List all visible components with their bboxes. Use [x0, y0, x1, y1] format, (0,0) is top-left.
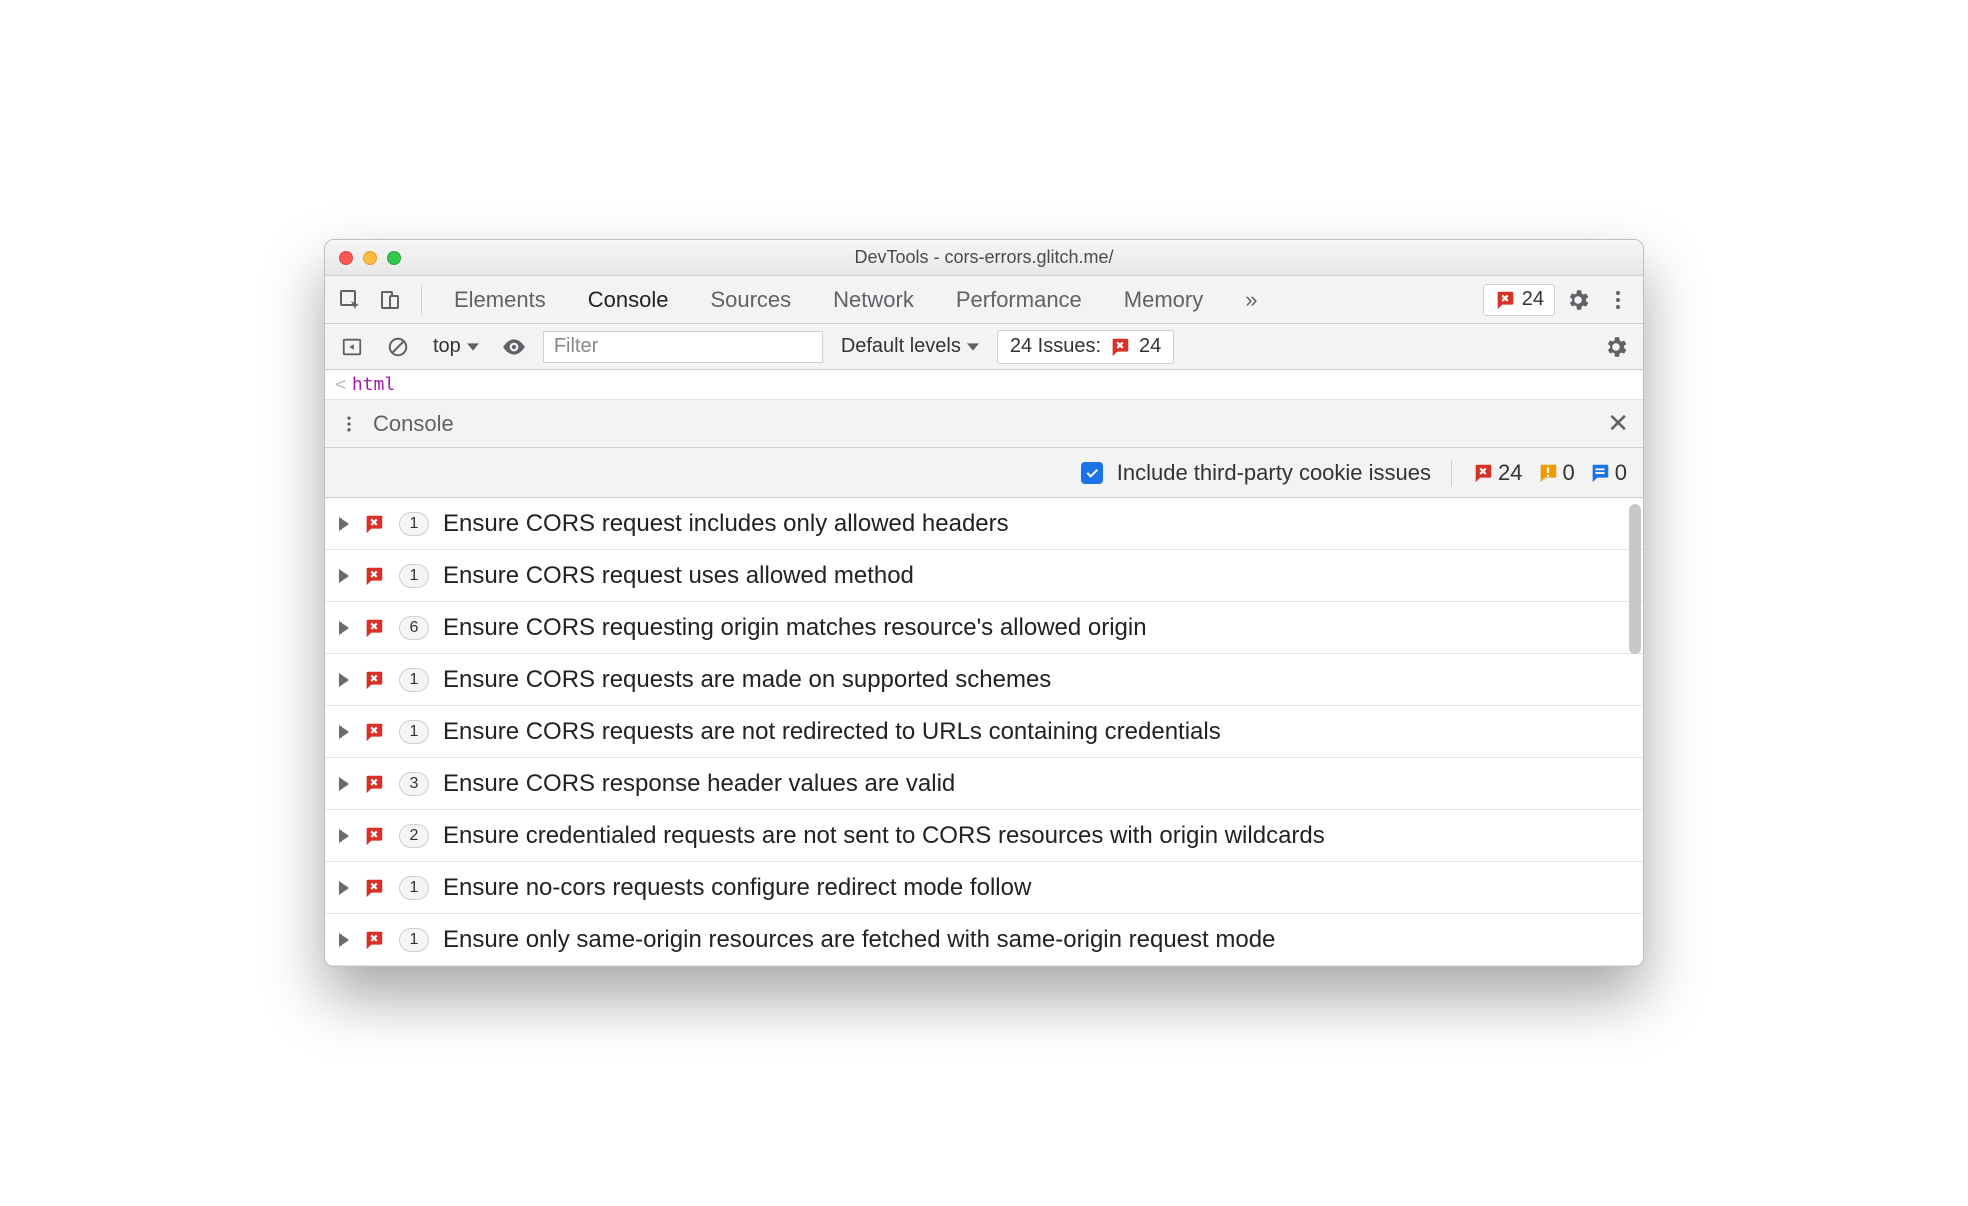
issue-title: Ensure only same-origin resources are fe… [443, 926, 1275, 954]
issue-row[interactable]: 1 Ensure CORS requests are not redirected… [325, 706, 1643, 758]
include-cookies-checkbox[interactable] [1081, 462, 1103, 484]
expand-arrow-icon[interactable] [339, 621, 349, 635]
issue-count-pill: 2 [399, 824, 429, 848]
error-icon [363, 825, 385, 847]
issue-row[interactable]: 1 Ensure only same-origin resources are f… [325, 914, 1643, 966]
toggle-console-sidebar-icon[interactable] [335, 330, 369, 364]
window-title: DevTools - cors-errors.glitch.me/ [854, 247, 1113, 268]
issues-toolbar: Include third-party cookie issues 24 0 0 [325, 448, 1643, 498]
issue-title: Ensure credentialed requests are not sen… [443, 822, 1325, 850]
expand-arrow-icon[interactable] [339, 777, 349, 791]
context-selector[interactable]: top [427, 335, 485, 358]
expand-arrow-icon[interactable] [339, 933, 349, 947]
expand-arrow-icon[interactable] [339, 725, 349, 739]
issue-title: Ensure CORS request uses allowed method [443, 562, 914, 590]
issue-count-pill: 3 [399, 772, 429, 796]
levels-selector[interactable]: Default levels [835, 335, 985, 358]
issue-count-pill: 1 [399, 668, 429, 692]
tab-memory[interactable]: Memory [1106, 276, 1221, 324]
issue-count-pill: 1 [399, 564, 429, 588]
issue-row[interactable]: 2 Ensure credentialed requests are not se… [325, 810, 1643, 862]
error-icon [363, 721, 385, 743]
expand-arrow-icon[interactable] [339, 829, 349, 843]
close-drawer-button[interactable]: ✕ [1607, 408, 1629, 439]
expand-arrow-icon[interactable] [339, 569, 349, 583]
issue-count-pill: 1 [399, 720, 429, 744]
main-tabbar: ElementsConsoleSourcesNetworkPerformance… [325, 276, 1643, 324]
issue-title: Ensure CORS requests are not redirected … [443, 718, 1221, 746]
issue-title: Ensure no-cors requests configure redire… [443, 874, 1031, 902]
issue-row[interactable]: 1 Ensure no-cors requests configure redir… [325, 862, 1643, 914]
issue-count-pill: 6 [399, 616, 429, 640]
console-toolbar: top Default levels 24 Issues: 24 [325, 324, 1643, 370]
console-message-row: < html [325, 370, 1643, 400]
warning-issue-count[interactable]: 0 [1537, 460, 1575, 486]
issue-count-pill: 1 [399, 512, 429, 536]
separator [1451, 460, 1452, 486]
issue-title: Ensure CORS requesting origin matches re… [443, 614, 1147, 642]
filter-input[interactable] [543, 331, 823, 363]
titlebar: DevTools - cors-errors.glitch.me/ [325, 240, 1643, 276]
issue-row[interactable]: 3 Ensure CORS response header values are … [325, 758, 1643, 810]
clear-console-icon[interactable] [381, 330, 415, 364]
window-controls [339, 251, 401, 265]
separator [421, 286, 422, 314]
include-cookies-label: Include third-party cookie issues [1117, 460, 1431, 486]
tab-performance[interactable]: Performance [938, 276, 1100, 324]
drawer-title: Console [373, 411, 454, 437]
levels-label: Default levels [841, 335, 961, 358]
error-icon [363, 513, 385, 535]
live-expression-icon[interactable] [497, 330, 531, 364]
issues-count: 24 [1139, 335, 1161, 358]
error-icon [363, 617, 385, 639]
context-label: top [433, 335, 461, 358]
tab-elements[interactable]: Elements [436, 276, 564, 324]
error-icon [363, 773, 385, 795]
info-issue-count[interactable]: 0 [1589, 460, 1627, 486]
error-icon [363, 929, 385, 951]
drawer-kebab-icon[interactable] [339, 407, 359, 441]
issue-row[interactable]: 1 Ensure CORS requests are made on suppor… [325, 654, 1643, 706]
tab-network[interactable]: Network [815, 276, 932, 324]
error-issue-count-label: 24 [1498, 460, 1522, 486]
html-token: html [352, 374, 395, 395]
issues-label: 24 Issues: [1010, 335, 1101, 358]
more-tabs-button[interactable]: » [1227, 276, 1275, 324]
drawer-header: Console ✕ [325, 400, 1643, 448]
expand-arrow-icon[interactable] [339, 517, 349, 531]
close-window-button[interactable] [339, 251, 353, 265]
issue-title: Ensure CORS request includes only allowe… [443, 510, 1009, 538]
expand-arrow-icon[interactable] [339, 673, 349, 687]
tab-console[interactable]: Console [570, 276, 687, 324]
minimize-window-button[interactable] [363, 251, 377, 265]
settings-icon[interactable] [1561, 283, 1595, 317]
error-issue-count[interactable]: 24 [1472, 460, 1522, 486]
error-icon [363, 669, 385, 691]
issue-row[interactable]: 6 Ensure CORS requesting origin matches r… [325, 602, 1643, 654]
zoom-window-button[interactable] [387, 251, 401, 265]
issue-row[interactable]: 1 Ensure CORS request uses allowed method [325, 550, 1643, 602]
issues-button[interactable]: 24 Issues: 24 [997, 330, 1174, 364]
error-icon [363, 877, 385, 899]
kebab-menu-icon[interactable] [1601, 283, 1635, 317]
warning-issue-count-label: 0 [1563, 460, 1575, 486]
devtools-window: DevTools - cors-errors.glitch.me/ Elemen… [324, 239, 1644, 967]
error-count-label: 24 [1522, 288, 1544, 311]
chevron-glyph: < [335, 374, 346, 395]
info-issue-count-label: 0 [1615, 460, 1627, 486]
issue-title: Ensure CORS requests are made on support… [443, 666, 1051, 694]
console-settings-icon[interactable] [1599, 330, 1633, 364]
scrollbar-thumb[interactable] [1629, 504, 1641, 654]
expand-arrow-icon[interactable] [339, 881, 349, 895]
issue-count-pill: 1 [399, 928, 429, 952]
issue-title: Ensure CORS response header values are v… [443, 770, 955, 798]
issue-count-pill: 1 [399, 876, 429, 900]
inspect-element-icon[interactable] [333, 283, 367, 317]
issue-row[interactable]: 1 Ensure CORS request includes only allow… [325, 498, 1643, 550]
issues-list: 1 Ensure CORS request includes only allow… [325, 498, 1643, 966]
error-count-button[interactable]: 24 [1483, 284, 1555, 316]
error-icon [363, 565, 385, 587]
device-toolbar-icon[interactable] [373, 283, 407, 317]
tab-sources[interactable]: Sources [692, 276, 809, 324]
